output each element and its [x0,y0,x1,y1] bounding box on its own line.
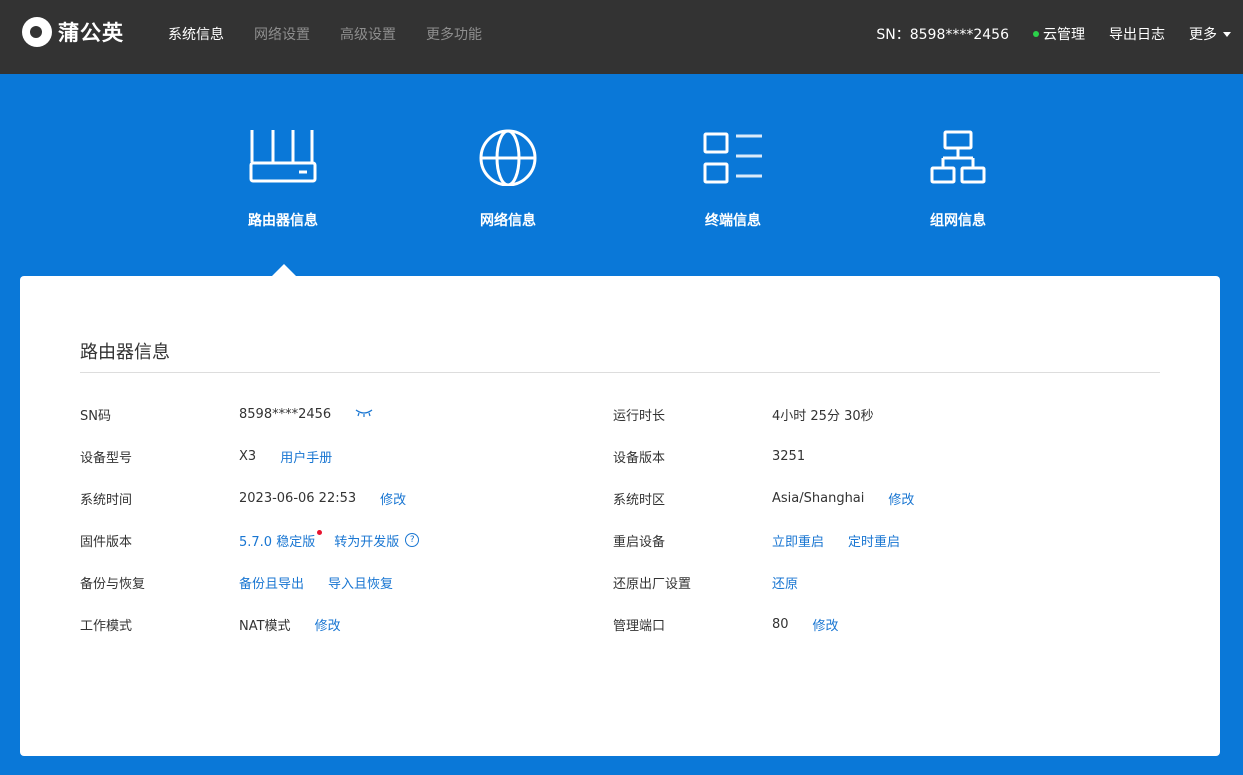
list-icon [703,132,762,184]
device-version-value: 3251 [772,448,806,464]
export-log-link[interactable]: 导出日志 [1109,24,1165,44]
logo-icon [22,17,52,47]
reboot-now-link[interactable]: 立即重启 [772,531,824,550]
row-timezone: 系统时区 Asia/Shanghai 修改 [613,488,914,508]
eye-closed-icon[interactable] [355,407,373,422]
cloud-manage-link[interactable]: 云管理 [1033,24,1085,44]
nav-system-info[interactable]: 系统信息 [168,24,224,44]
main-nav: 系统信息 网络设置 高级设置 更多功能 [168,24,512,44]
system-time-value: 2023-06-06 22:53 [239,490,357,506]
edit-port-link[interactable]: 修改 [813,615,839,634]
row-work-mode: 工作模式 NAT模式 修改 [80,614,341,634]
backup-label: 备份与恢复 [80,576,146,592]
uptime-value: 4小时 25分 30秒 [772,408,874,424]
firmware-label: 固件版本 [80,534,133,550]
user-manual-link[interactable]: 用户手册 [280,447,332,466]
tab-networking-info[interactable]: 组网信息 [888,126,1028,230]
uptime-label: 运行时长 [613,408,666,424]
serial-number: SN：8598****2456 [876,27,1009,43]
nav-more-features[interactable]: 更多功能 [426,24,482,44]
row-device-version: 设备版本 3251 [613,446,805,466]
row-system-time: 系统时间 2023-06-06 22:53 修改 [80,488,406,508]
sn-value: 8598****2456 [239,406,332,422]
edit-time-link[interactable]: 修改 [380,489,406,508]
tab-terminal-info[interactable]: 终端信息 [663,126,803,230]
status-dot-icon [1033,31,1039,37]
scheduled-reboot-link[interactable]: 定时重启 [848,531,900,550]
update-dot-icon [317,529,323,535]
tab-router-info-label: 路由器信息 [248,213,318,229]
firmware-version-link[interactable]: 5.7.0 稳定版 [239,531,315,550]
cloud-manage-label: 云管理 [1043,27,1085,43]
work-mode-label: 工作模式 [80,618,133,634]
row-firmware: 固件版本 5.7.0 稳定版 转为开发版 ? [80,529,420,550]
tab-router-info[interactable]: 路由器信息 [213,126,353,230]
divider [80,372,1160,373]
mgmt-port-value: 80 [772,616,789,632]
caret-down-icon [1223,31,1231,37]
tab-terminal-info-label: 终端信息 [705,213,761,229]
backup-export-link[interactable]: 备份且导出 [239,573,304,592]
row-model: 设备型号 X3 用户手册 [80,446,332,466]
router-icon [249,130,317,183]
active-tab-pointer [272,264,296,276]
router-info-card: 路由器信息 SN码 8598****2456 设备型号 X3 用户手册 系统时间… [20,276,1220,756]
more-menu[interactable]: 更多 [1189,24,1231,44]
timezone-label: 系统时区 [613,492,666,508]
row-factory-reset: 还原出厂设置 还原 [613,572,798,592]
info-tabs: 路由器信息 网络信息 终端信息 组网信息 [0,126,1243,276]
top-bar: 蒲公英 系统信息 网络设置 高级设置 更多功能 SN：8598****2456 … [0,0,1243,74]
factory-reset-label: 还原出厂设置 [613,576,692,592]
system-time-label: 系统时间 [80,492,133,508]
network-topology-icon [930,130,986,184]
import-restore-link[interactable]: 导入且恢复 [328,573,393,592]
row-sn: SN码 8598****2456 [80,404,373,424]
row-mgmt-port: 管理端口 80 修改 [613,614,839,634]
edit-mode-link[interactable]: 修改 [315,615,341,634]
tab-networking-info-label: 组网信息 [930,213,986,229]
row-reboot: 重启设备 立即重启 定时重启 [613,530,900,550]
card-title: 路由器信息 [80,342,170,363]
brand-logo[interactable]: 蒲公英 [22,17,124,47]
help-icon[interactable]: ? [405,533,420,547]
sn-label: SN码 [80,408,111,424]
model-label: 设备型号 [80,450,133,466]
model-value: X3 [239,448,257,464]
reboot-label: 重启设备 [613,534,666,550]
nav-network-settings[interactable]: 网络设置 [254,24,310,44]
tab-network-info[interactable]: 网络信息 [438,126,578,230]
header-tools: SN：8598****2456 云管理 导出日志 更多 [876,24,1231,44]
edit-timezone-link[interactable]: 修改 [888,489,914,508]
row-backup: 备份与恢复 备份且导出 导入且恢复 [80,572,393,592]
tab-network-info-label: 网络信息 [480,213,536,229]
device-version-label: 设备版本 [613,450,666,466]
globe-icon [479,129,537,186]
restore-link[interactable]: 还原 [772,573,798,592]
logo-text: 蒲公英 [58,21,124,45]
more-label: 更多 [1189,27,1217,43]
nav-advanced-settings[interactable]: 高级设置 [340,24,396,44]
work-mode-value: NAT模式 [239,618,291,634]
row-uptime: 运行时长 4小时 25分 30秒 [613,404,874,424]
timezone-value: Asia/Shanghai [772,490,865,506]
switch-dev-link[interactable]: 转为开发版 [334,531,399,550]
mgmt-port-label: 管理端口 [613,618,666,634]
